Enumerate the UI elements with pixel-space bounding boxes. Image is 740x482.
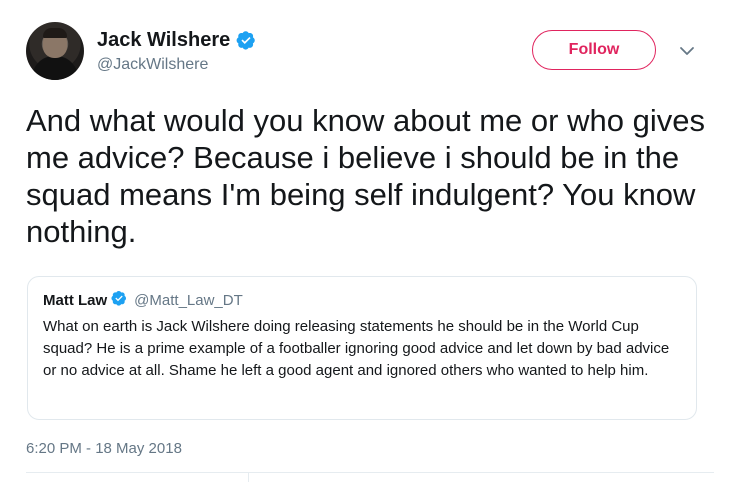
quoted-author-handle: @Matt_Law_DT — [134, 291, 243, 309]
quoted-tweet[interactable]: Matt Law @Matt_Law_DT What on earth is J… — [27, 276, 697, 420]
verified-badge-icon — [236, 30, 256, 50]
quoted-author-name: Matt Law — [43, 291, 108, 309]
tweet-timestamp[interactable]: 6:20 PM - 18 May 2018 — [26, 440, 182, 457]
divider-tick — [248, 472, 249, 482]
divider — [26, 472, 714, 473]
chevron-down-icon[interactable] — [678, 42, 696, 60]
follow-button[interactable]: Follow — [532, 30, 656, 70]
author-name[interactable]: Jack Wilshere — [97, 28, 230, 52]
verified-badge-icon — [111, 290, 127, 311]
author-name-row: Jack Wilshere — [97, 28, 256, 52]
quoted-tweet-text: What on earth is Jack Wilshere doing rel… — [43, 318, 670, 379]
quoted-tweet-header: Matt Law @Matt_Law_DT — [43, 290, 681, 310]
avatar[interactable] — [26, 22, 84, 80]
tweet-text: And what would you know about me or who … — [26, 103, 705, 249]
avatar-hair — [43, 28, 67, 38]
author-handle[interactable]: @JackWilshere — [97, 56, 208, 74]
avatar-suit — [32, 56, 78, 80]
